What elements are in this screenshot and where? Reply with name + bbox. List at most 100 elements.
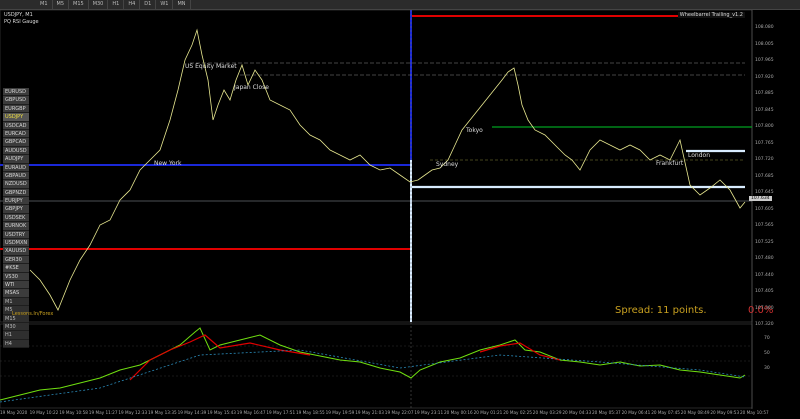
time-tick: 20 May 07:45 <box>651 410 680 415</box>
price-tick: 107.645 <box>755 190 774 195</box>
symbol-button-ger30[interactable]: GER30 <box>3 255 29 265</box>
tf-button-m1[interactable]: M1 <box>3 297 29 307</box>
symbol-button-audusd[interactable]: AUDUSD <box>3 146 29 156</box>
toolbar-tf-mn[interactable]: MN <box>173 0 191 9</box>
time-tick: 20 May 03:29 <box>532 410 562 415</box>
rsi-green-line <box>0 327 746 401</box>
time-tick: 19 May 2020 <box>0 410 28 415</box>
symbol-list: EURUSD GBPUSD EURGBP USDJPY USDCAD EURCAD GBPC… <box>3 88 29 349</box>
rsi-tick: 50 <box>764 351 770 356</box>
price-tick: 108.080 <box>755 25 774 30</box>
toolbar-tf-m5[interactable]: M5 <box>53 0 69 9</box>
tf-button-m30[interactable]: M30 <box>3 322 29 332</box>
toolbar-tf-w1[interactable]: W1 <box>156 0 174 9</box>
session-blue-line <box>0 10 412 166</box>
symbol-button-usdtry[interactable]: USDTRY <box>3 230 29 240</box>
session-label-tokyo: Tokyo <box>466 127 483 134</box>
time-tick: 20 May 09:53 <box>710 410 740 415</box>
toolbar-tf-m30[interactable]: M30 <box>89 0 109 9</box>
time-tick: 19 May 10:58 <box>59 410 88 415</box>
time-tick: 19 May 12:33 <box>118 410 148 415</box>
time-tick: 20 May 06:41 <box>621 410 651 415</box>
toolbar-tf-h1[interactable]: H1 <box>108 0 125 9</box>
price-series-line <box>29 28 746 311</box>
time-tick: 19 May 11:27 <box>88 410 118 415</box>
symbol-button-gbpcad[interactable]: GBPCAD <box>3 138 29 147</box>
price-tick: 107.320 <box>755 322 774 327</box>
high-low-red-line <box>0 15 742 250</box>
toolbar-tf-h4[interactable]: H4 <box>124 0 141 9</box>
symbol-button-eurgbp[interactable]: EURGBP <box>3 104 29 114</box>
session-label-us-equity: US Equity Market <box>185 63 237 70</box>
price-tick: 107.360 <box>755 305 774 311</box>
session-label-sydney: Sydney <box>436 161 459 168</box>
symbol-button-gbpaud[interactable]: GBPAUD <box>3 171 29 181</box>
time-tick: 20 May 08:49 <box>680 410 710 415</box>
time-tick: 20 May 04:33 <box>562 410 592 415</box>
time-tick: 20 May 10:57 <box>740 410 769 415</box>
price-tick: 107.405 <box>755 289 774 294</box>
price-tick: 107.720 <box>755 157 774 162</box>
symbol-button-eurjpy[interactable]: EURJPY <box>3 197 29 206</box>
rsi-tick: 30 <box>764 366 770 371</box>
tf-button-h4[interactable]: H4 <box>3 339 29 349</box>
price-tick: 107.565 <box>755 223 774 228</box>
toolbar-tf-d1[interactable]: D1 <box>140 0 157 9</box>
time-tick: 19 May 13:35 <box>148 410 177 415</box>
symbol-button-eurusd[interactable]: EURUSD <box>3 88 29 97</box>
symbol-button-gbpusd[interactable]: GBPUSD <box>3 96 29 105</box>
symbol-button-msas[interactable]: MSAS <box>3 289 29 298</box>
price-tick: 107.765 <box>755 140 774 146</box>
time-tick: 19 May 14:39 <box>177 410 207 415</box>
price-tick: 107.440 <box>755 272 774 278</box>
symbol-button-usdsek[interactable]: USDSEK <box>3 213 29 223</box>
symbol-button-gbpjpy[interactable]: GBPJPY <box>3 205 29 214</box>
rsi-red-line <box>129 334 311 381</box>
price-tick: 107.685 <box>755 173 774 179</box>
price-tick: 107.885 <box>755 91 774 96</box>
session-label-new-york: New York <box>154 160 182 167</box>
time-tick: 19 May 21:03 <box>355 410 384 415</box>
symbol-button-audjpy[interactable]: AUDJPY <box>3 155 29 164</box>
time-tick: 19 May 19:59 <box>325 410 355 415</box>
toolbar-tf-m1[interactable]: M1 <box>0 0 53 9</box>
price-tick: 107.845 <box>755 107 774 113</box>
symbol-button-eurnok[interactable]: EURNOK <box>3 222 29 231</box>
indicator-title: PQ RSI Gauge <box>4 19 39 25</box>
time-tick: 20 May 01:21 <box>473 410 503 415</box>
time-tick: 20 May 05:37 <box>592 410 621 415</box>
price-tick: 107.605 <box>755 206 774 212</box>
chart-canvas[interactable] <box>0 10 800 419</box>
symbol-button-usdjpy[interactable]: USDJPY <box>3 113 29 122</box>
symbol-button-euraud[interactable]: EURAUD <box>3 163 29 172</box>
time-tick: 19 May 23:11 <box>414 410 444 415</box>
price-tick: 107.800 <box>755 124 774 129</box>
time-tick: 19 May 16:47 <box>236 410 266 415</box>
symbol-button-gbpnzd[interactable]: GBPNZD <box>3 188 29 198</box>
time-tick: 19 May 22:07 <box>384 410 414 415</box>
toolbar-tf-m15[interactable]: M15 <box>69 0 89 9</box>
symbol-button-kse[interactable]: #KSE <box>3 264 29 273</box>
current-price-tag: 107.634 <box>749 196 772 201</box>
session-label-frankfurt: Frankfurt <box>656 160 684 167</box>
watermark-text: Lessons.In/Forex <box>12 311 54 317</box>
time-tick: 20 May 00:16 <box>444 410 473 415</box>
timeframe-toolbar: M1 M5 M15 M30 H1 H4 D1 W1 MN <box>0 0 800 10</box>
time-tick: 19 May 18:55 <box>296 410 325 415</box>
session-label-london: London <box>688 152 710 159</box>
session-label-japan-close: Japan Close <box>234 84 269 91</box>
symbol-button-wti[interactable]: WTI <box>3 280 29 290</box>
symbol-button-usdmxn[interactable]: USDMXN <box>3 239 29 248</box>
symbol-button-xauusd[interactable]: XAUUSD <box>3 247 29 256</box>
symbol-button-eurcad[interactable]: EURCAD <box>3 129 29 139</box>
time-tick: 19 May 17:51 <box>266 410 296 415</box>
chart-symbol-title: USDJPY, M1 <box>4 12 33 18</box>
symbol-button-usdcad[interactable]: USDCAD <box>3 121 29 130</box>
time-tick: 19 May 10:22 <box>29 410 59 415</box>
time-tick: 19 May 15:43 <box>207 410 236 415</box>
symbol-button-nzdusd[interactable]: NZDUSD <box>3 180 29 189</box>
symbol-button-vs30[interactable]: VS30 <box>3 272 29 281</box>
tf-button-h1[interactable]: H1 <box>3 331 29 340</box>
expert-advisor-label: Wheelbarrel Trailing_v1.2 <box>677 12 745 18</box>
price-tick: 107.480 <box>755 256 774 261</box>
